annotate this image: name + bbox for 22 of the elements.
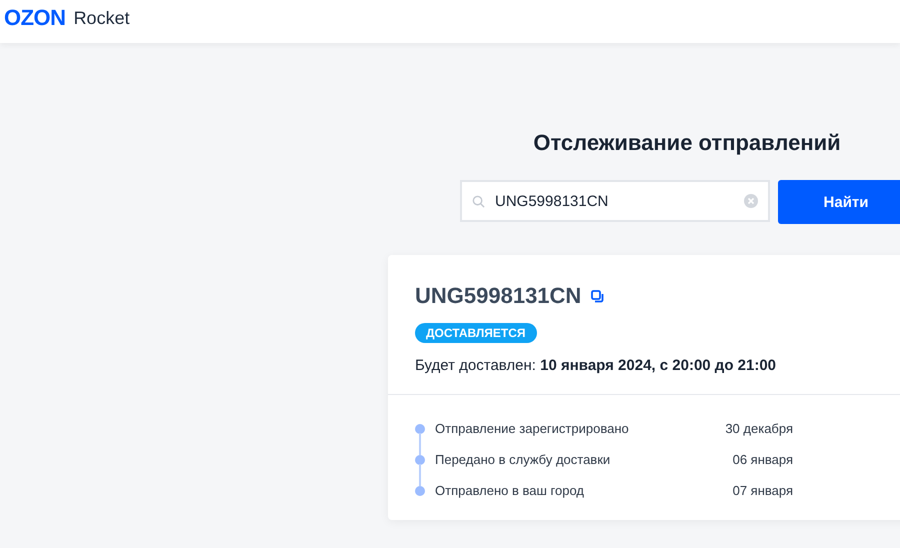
- timeline-dot: [415, 486, 425, 496]
- search-input[interactable]: UNG5998131CN: [493, 192, 736, 210]
- event-label: Отправление зарегистрировано: [435, 421, 630, 436]
- tracking-number: UNG5998131CN: [415, 283, 582, 309]
- timeline-dot: [415, 424, 425, 434]
- search-icon: [472, 194, 485, 208]
- search-button[interactable]: Найти: [778, 180, 900, 224]
- logo[interactable]: OZON: [4, 5, 66, 31]
- event-label: Передано в службу доставки: [435, 452, 612, 467]
- event-date: 30 декабря: [725, 421, 793, 436]
- timeline-line: [419, 464, 421, 486]
- delivery-estimate: Будет доставлен: 10 января 2024, с 20:00 до 21:00: [415, 357, 778, 374]
- search-field[interactable]: UNG5998131CN: [460, 180, 770, 222]
- status-badge: ДОСТАВЛЯЕТСЯ: [415, 323, 537, 343]
- copy-icon[interactable]: [591, 290, 604, 302]
- event-date: 06 января: [732, 452, 793, 467]
- product-name: Rocket: [74, 8, 130, 28]
- page-title: Отслеживание отправлений: [533, 130, 841, 156]
- timeline-line: [419, 433, 421, 455]
- event-label: Отправлено в ваш город: [435, 483, 586, 498]
- timeline-dot: [415, 454, 425, 464]
- event-date: 07 января: [732, 483, 793, 498]
